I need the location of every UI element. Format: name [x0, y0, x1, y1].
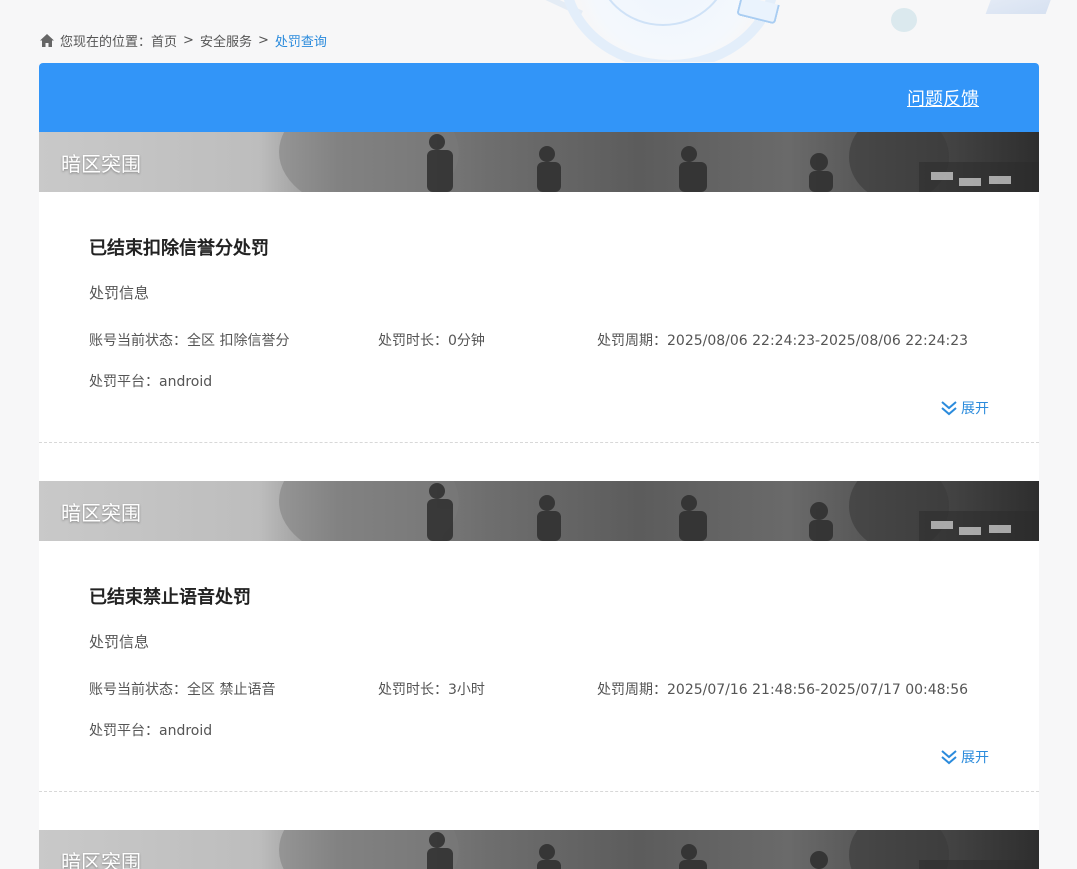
punishment-title: 已结束扣除信誉分处罚 — [89, 238, 269, 259]
panel-header: 问题反馈 — [39, 63, 1039, 132]
record-body: 已结束扣除信誉分处罚 处罚信息 账号当前状态：全区 扣除信誉分 处罚时长：0分钟… — [39, 192, 1039, 443]
period-value: 2025/07/16 21:48:56-2025/07/17 00:48:56 — [667, 682, 969, 698]
game-banner: 暗区突围 — [39, 481, 1039, 541]
breadcrumb: 您现在的位置： 首页 > 安全服务 > 处罚查询 — [39, 30, 327, 50]
breadcrumb-prefix: 您现在的位置： — [60, 34, 152, 50]
double-chevron-down-icon — [941, 401, 957, 416]
punishment-platform: 处罚平台：android — [89, 371, 212, 391]
feedback-link[interactable]: 问题反馈 — [907, 85, 979, 111]
home-icon — [40, 33, 54, 47]
duration-value: 3小时 — [448, 682, 485, 698]
period-label: 处罚周期： — [597, 682, 667, 698]
punishment-record: 暗区突围 已结束扣除信誉分处罚 处罚信息 账号当前状态：全区 扣除信誉分 处罚时… — [39, 132, 1039, 443]
duration-value: 0分钟 — [448, 333, 485, 349]
platform-label: 处罚平台： — [89, 374, 159, 390]
breadcrumb-separator: > — [257, 32, 269, 48]
punishment-period: 处罚周期：2025/08/06 22:24:23-2025/08/06 22:2… — [597, 330, 968, 350]
platform-value: android — [159, 374, 213, 390]
section-label: 处罚信息 — [89, 633, 150, 651]
account-status: 账号当前状态：全区 禁止语音 — [89, 679, 275, 699]
status-label: 账号当前状态： — [89, 682, 187, 698]
double-chevron-down-icon — [941, 750, 957, 765]
platform-label: 处罚平台： — [89, 723, 159, 739]
game-title: 暗区突围 — [61, 501, 141, 525]
status-label: 账号当前状态： — [89, 333, 187, 349]
punishment-duration: 处罚时长：0分钟 — [378, 330, 485, 350]
breadcrumb-security-service[interactable]: 安全服务 — [200, 31, 252, 50]
punishment-panel: 问题反馈 暗区突围 已结束扣除信誉分处罚 处罚信息 账号当前状态：全区 扣除信誉… — [39, 63, 1039, 869]
game-banner-art — [279, 481, 1039, 541]
breadcrumb-current: 处罚查询 — [274, 34, 327, 50]
game-title: 暗区突围 — [61, 850, 141, 869]
period-value: 2025/08/06 22:24:23-2025/08/06 22:24:23 — [667, 333, 969, 349]
game-title: 暗区突围 — [61, 152, 141, 176]
game-banner-art — [279, 830, 1039, 869]
expand-label: 展开 — [961, 750, 989, 766]
breadcrumb-separator: > — [183, 32, 194, 48]
record-body: 已结束禁止语音处罚 处罚信息 账号当前状态：全区 禁止语音 处罚时长：3小时 处… — [39, 541, 1039, 792]
expand-label: 展开 — [961, 401, 989, 417]
game-banner: 暗区突围 — [39, 132, 1039, 192]
punishment-duration: 处罚时长：3小时 — [378, 679, 485, 699]
status-value: 全区 禁止语音 — [187, 682, 276, 698]
punishment-period: 处罚周期：2025/07/16 21:48:56-2025/07/17 00:4… — [597, 679, 968, 699]
section-label: 处罚信息 — [89, 284, 150, 302]
expand-button[interactable]: 展开 — [940, 398, 989, 418]
expand-button[interactable]: 展开 — [940, 747, 989, 767]
punishment-record: 暗区突围 已结束禁止语音处罚 处罚信息 账号当前状态：全区 禁止语音 处罚时长：… — [39, 481, 1039, 792]
duration-label: 处罚时长： — [378, 333, 448, 349]
duration-label: 处罚时长： — [378, 682, 448, 698]
punishment-platform: 处罚平台：android — [89, 720, 212, 740]
account-status: 账号当前状态：全区 扣除信誉分 — [89, 330, 289, 350]
status-value: 全区 扣除信誉分 — [187, 333, 290, 349]
game-banner-art — [279, 132, 1039, 192]
period-label: 处罚周期： — [597, 333, 667, 349]
breadcrumb-home[interactable]: 首页 — [151, 31, 177, 50]
punishment-title: 已结束禁止语音处罚 — [89, 587, 251, 608]
game-banner: 暗区突围 — [39, 830, 1039, 869]
platform-value: android — [159, 723, 213, 739]
punishment-record: 暗区突围 — [39, 830, 1039, 869]
